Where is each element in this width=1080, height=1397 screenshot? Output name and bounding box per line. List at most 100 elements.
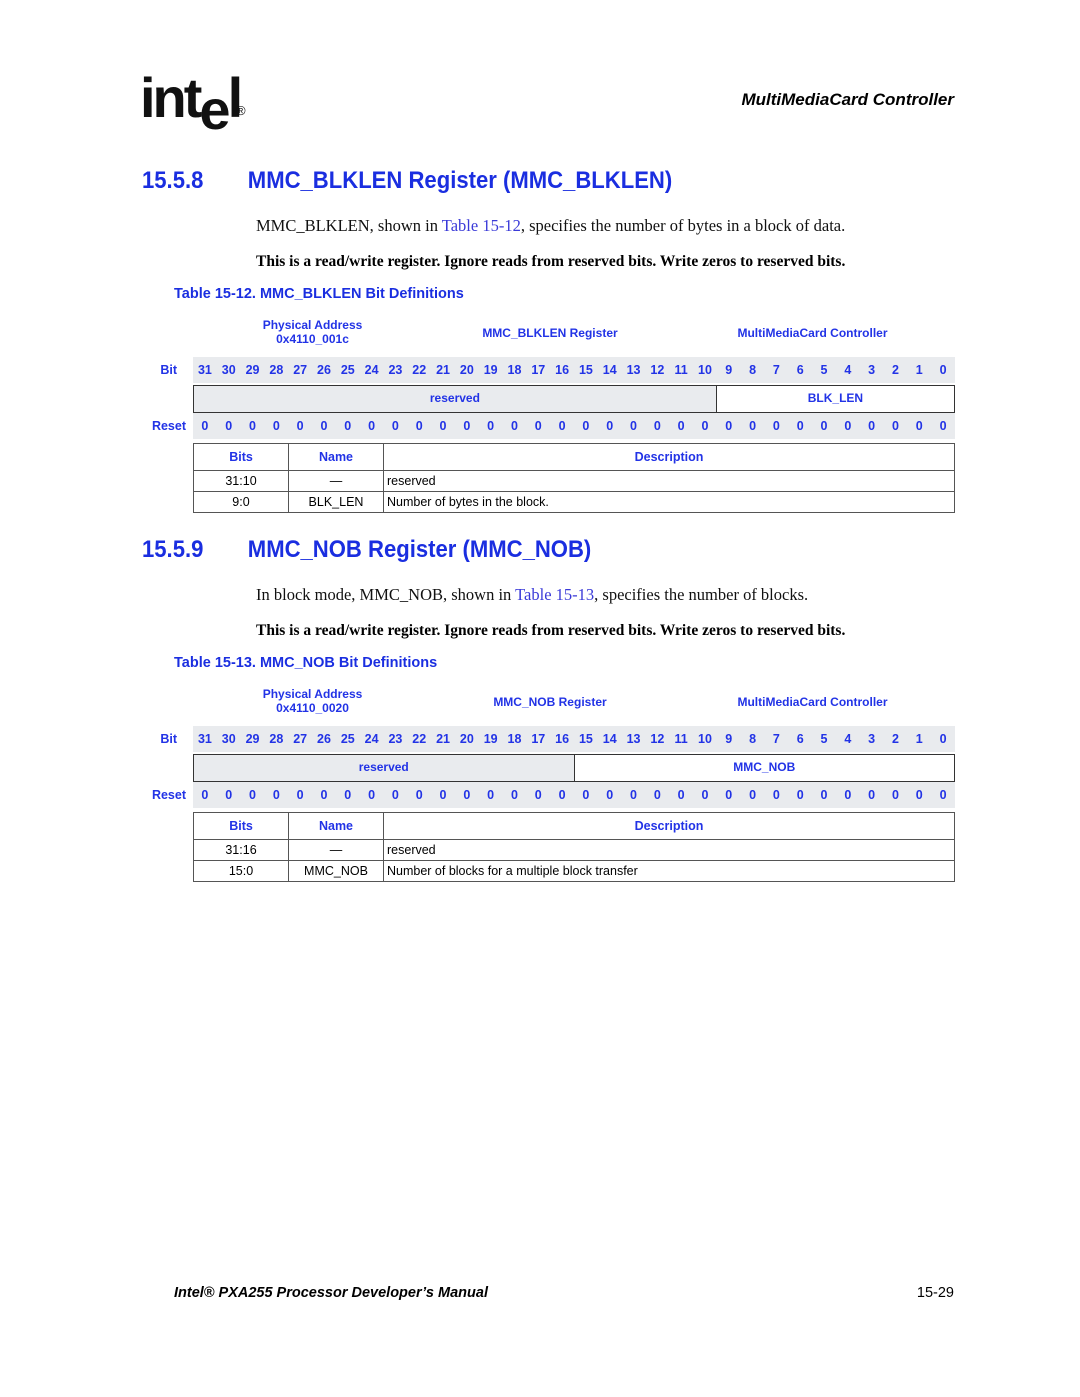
bit-number: 7 — [772, 732, 780, 746]
bit-number: 0 — [939, 732, 947, 746]
reset-value: 0 — [772, 788, 780, 802]
bit-number: 13 — [626, 732, 641, 746]
reset-value: 0 — [391, 419, 399, 433]
reset-value: 0 — [296, 788, 304, 802]
reset-value: 0 — [415, 419, 423, 433]
table-row: 31:16 — reserved — [193, 839, 955, 861]
cell-bits: 15:0 — [193, 860, 289, 882]
bit-number: 3 — [868, 363, 876, 377]
bit-number: 10 — [698, 732, 712, 746]
reset-value: 0 — [534, 419, 542, 433]
reset-value: 0 — [606, 788, 614, 802]
table-header-row: Bits Name Description — [193, 443, 955, 471]
bit-number: 29 — [245, 363, 260, 377]
table-row: 15:0 MMC_NOB Number of blocks for a mult… — [193, 860, 955, 882]
field-row: reserved MMC_NOB — [193, 754, 955, 782]
bit-number: 15 — [578, 732, 593, 746]
bit-number: 21 — [436, 363, 450, 377]
reset-value: 0 — [606, 419, 614, 433]
reset-value: 0 — [320, 419, 328, 433]
reset-value: 0 — [249, 419, 256, 433]
header-bits: Bits — [193, 812, 289, 840]
table-row: 9:0 BLK_LEN Number of bytes in the block… — [193, 491, 955, 513]
address-value: 0x4110_0020 — [276, 701, 349, 715]
reset-value: 0 — [344, 419, 352, 433]
reset-value: 0 — [249, 788, 256, 802]
reset-value: 0 — [391, 788, 399, 802]
para-text: MMC_BLKLEN, shown in — [256, 216, 442, 235]
table-caption: Table 15-13. MMC_NOB Bit Definitions — [174, 655, 438, 671]
bit-definitions-table: Bits Name Description 31:16 — reserved 1… — [193, 812, 955, 882]
reset-value: 0 — [510, 419, 518, 433]
reset-value: 0 — [939, 419, 947, 433]
cell-description: Number of blocks for a multiple block tr… — [383, 860, 955, 882]
cell-description: Number of bytes in the block. — [383, 491, 955, 513]
bit-number: 14 — [602, 732, 617, 746]
section-number: 15.5.9 — [142, 536, 204, 563]
table-link[interactable]: Table 15-13 — [515, 585, 594, 604]
bit-number: 28 — [269, 363, 284, 377]
bit-number: 23 — [388, 732, 403, 746]
bit-number: 19 — [483, 363, 498, 377]
bit-number: 3 — [868, 732, 876, 746]
bit-number: 12 — [650, 363, 665, 377]
reset-row-label: Reset — [151, 788, 186, 802]
bit-number: 1 — [915, 732, 923, 746]
bit-number: 27 — [293, 732, 308, 746]
reset-value: 0 — [772, 419, 780, 433]
bit-number: 28 — [269, 732, 284, 746]
reset-value: 0 — [891, 788, 899, 802]
reset-value: 0 — [368, 419, 376, 433]
reset-value: 0 — [891, 419, 899, 433]
register-field: reserved — [193, 385, 717, 413]
field-row: reserved BLK_LEN — [193, 385, 955, 413]
reset-value: 0 — [487, 419, 495, 433]
reset-value: 0 — [487, 788, 495, 802]
bit-number: 20 — [459, 732, 474, 746]
reset-value: 0 — [796, 419, 804, 433]
table-link[interactable]: Table 15-12 — [442, 216, 521, 235]
bit-number: 22 — [412, 363, 427, 377]
registered-mark: ® — [236, 103, 246, 118]
bit-number: 2 — [891, 732, 899, 746]
bit-number: 30 — [221, 732, 236, 746]
bit-number: 27 — [293, 363, 308, 377]
reset-value: 0 — [915, 788, 923, 802]
reset-value: 0 — [272, 419, 280, 433]
bit-number: 14 — [602, 363, 617, 377]
cell-name: BLK_LEN — [288, 491, 384, 513]
address-label: Physical Address — [262, 318, 363, 332]
reset-value: 0 — [630, 419, 637, 433]
reset-value: 0 — [344, 788, 352, 802]
bit-number-row: 31 30 29 28 27 26 25 24 23 22 21 20 19 18 17 16 15 14 13 12… — [193, 357, 955, 383]
reset-value: 0 — [439, 788, 447, 802]
reset-value: 0 — [868, 788, 876, 802]
reset-value: 0 — [630, 788, 637, 802]
reset-value: 0 — [915, 419, 923, 433]
reset-value: 0 — [201, 788, 209, 802]
reset-value: 0 — [415, 788, 423, 802]
cell-description: reserved — [383, 470, 955, 492]
bit-number: 24 — [364, 732, 379, 746]
table-row: 31:10 — reserved — [193, 470, 955, 492]
address-label: Physical Address — [262, 687, 363, 701]
bit-number: 31 — [197, 732, 212, 746]
reset-value-row: 0 0 0 0 0 0 0 0 0 0 0 0 0 0 0 0 0 0 0 0 0 0 0 0 0 0 0 0 0 0 0 0 — [193, 782, 955, 808]
bit-number: 19 — [483, 732, 498, 746]
cell-name: — — [288, 839, 384, 861]
chapter-title: MultiMediaCard Controller — [741, 90, 954, 109]
bit-row-label: Bit — [160, 732, 177, 746]
header-bits: Bits — [193, 443, 289, 471]
table-caption: Table 15-12. MMC_BLKLEN Bit Definitions — [174, 286, 464, 302]
manual-title: Intel® PXA255 Processor Developer’s Manu… — [174, 1285, 488, 1301]
bit-number: 11 — [674, 732, 688, 746]
bit-number: 24 — [364, 363, 379, 377]
reset-value: 0 — [701, 419, 709, 433]
reset-value: 0 — [510, 788, 518, 802]
bit-row-label: Bit — [160, 363, 177, 377]
reset-value: 0 — [749, 419, 757, 433]
reset-value: 0 — [725, 419, 733, 433]
bit-number: 5 — [820, 732, 828, 746]
section-title: MMC_BLKLEN Register (MMC_BLKLEN) — [247, 167, 673, 194]
reset-value: 0 — [677, 419, 685, 433]
